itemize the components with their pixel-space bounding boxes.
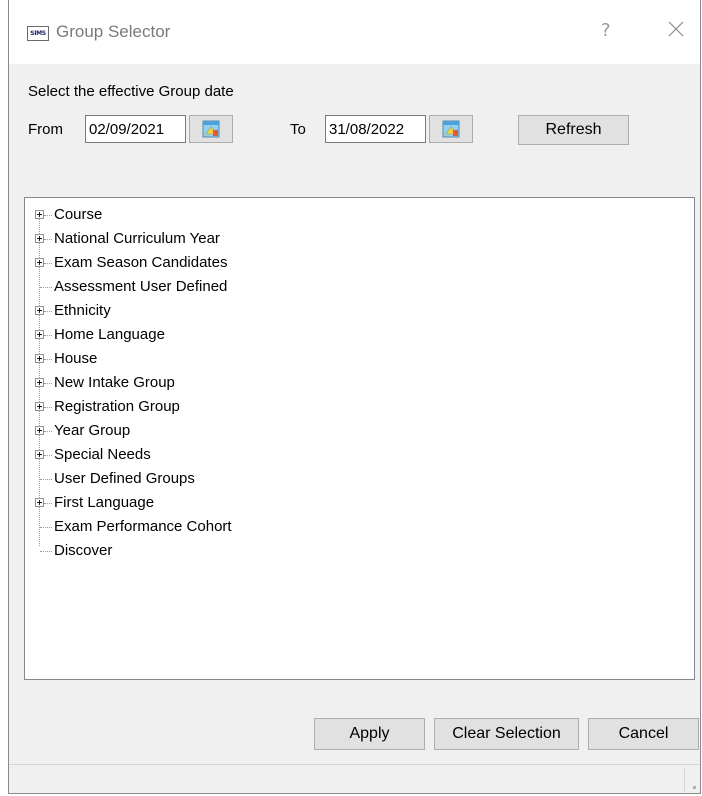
tree-node[interactable]: Special Needs bbox=[25, 443, 232, 467]
tree-branch-line bbox=[44, 503, 52, 504]
title-bar: SIMS Group Selector ? bbox=[9, 0, 700, 64]
tree-node-label: Ethnicity bbox=[54, 302, 111, 319]
group-selector-dialog: SIMS Group Selector ? Select the effecti… bbox=[8, 0, 701, 794]
tree-node[interactable]: Registration Group bbox=[25, 395, 232, 419]
tree-branch-line bbox=[40, 551, 52, 552]
tree-node[interactable]: Ethnicity bbox=[25, 299, 232, 323]
date-prompt-label: Select the effective Group date bbox=[28, 83, 234, 100]
tree-branch-line bbox=[44, 407, 52, 408]
expand-plus-icon[interactable] bbox=[35, 498, 44, 507]
tree-node-label: Home Language bbox=[54, 326, 165, 343]
refresh-button[interactable]: Refresh bbox=[518, 115, 629, 145]
tree-node-label: National Curriculum Year bbox=[54, 230, 220, 247]
expand-plus-icon[interactable] bbox=[35, 354, 44, 363]
tree-branch-line bbox=[40, 479, 52, 480]
tree-branch-line bbox=[44, 431, 52, 432]
tree-branch-line bbox=[44, 263, 52, 264]
resize-grip-icon[interactable] bbox=[693, 786, 696, 789]
tree-branch-line bbox=[44, 311, 52, 312]
tree-node[interactable]: Home Language bbox=[25, 323, 232, 347]
tree-node-label: Exam Performance Cohort bbox=[54, 518, 232, 535]
to-label: To bbox=[290, 121, 306, 138]
tree-node[interactable]: House bbox=[25, 347, 232, 371]
tree-node[interactable]: Discover bbox=[25, 539, 232, 563]
tree-node[interactable]: First Language bbox=[25, 491, 232, 515]
tree-node-label: Year Group bbox=[54, 422, 131, 439]
from-date-input[interactable] bbox=[85, 115, 186, 143]
status-bar-divider bbox=[9, 764, 700, 765]
tree-node-label: Registration Group bbox=[54, 398, 180, 415]
close-icon[interactable] bbox=[665, 18, 687, 40]
calendar-icon bbox=[442, 120, 460, 138]
expand-plus-icon[interactable] bbox=[35, 306, 44, 315]
tree-node[interactable]: Exam Season Candidates bbox=[25, 251, 232, 275]
expand-plus-icon[interactable] bbox=[35, 258, 44, 267]
tree-branch-line bbox=[44, 335, 52, 336]
expand-plus-icon[interactable] bbox=[35, 450, 44, 459]
tree-branch-line bbox=[44, 215, 52, 216]
group-tree[interactable]: Course National Curriculum Year Exam Seaso… bbox=[24, 197, 695, 680]
tree-branch-line bbox=[40, 287, 52, 288]
expand-plus-icon[interactable] bbox=[35, 402, 44, 411]
calendar-icon bbox=[202, 120, 220, 138]
tree-node[interactable]: National Curriculum Year bbox=[25, 227, 232, 251]
tree-node[interactable]: New Intake Group bbox=[25, 371, 232, 395]
tree-node-label: Special Needs bbox=[54, 446, 151, 463]
to-calendar-button[interactable] bbox=[429, 115, 473, 143]
clear-selection-button[interactable]: Clear Selection bbox=[434, 718, 579, 750]
tree-branch-line bbox=[40, 527, 52, 528]
sims-app-icon: SIMS bbox=[27, 26, 49, 41]
help-icon[interactable]: ? bbox=[601, 20, 611, 41]
tree-node-label: First Language bbox=[54, 494, 155, 511]
expand-plus-icon[interactable] bbox=[35, 330, 44, 339]
tree-node[interactable]: Course bbox=[25, 203, 232, 227]
window-title: Group Selector bbox=[56, 22, 171, 41]
tree-node[interactable]: Year Group bbox=[25, 419, 232, 443]
expand-plus-icon[interactable] bbox=[35, 426, 44, 435]
tree-branch-line bbox=[44, 383, 52, 384]
tree-branch-line bbox=[44, 359, 52, 360]
apply-button[interactable]: Apply bbox=[314, 718, 425, 750]
status-bar-separator bbox=[684, 768, 685, 792]
tree-node[interactable]: Assessment User Defined bbox=[25, 275, 232, 299]
tree-branch-line bbox=[44, 455, 52, 456]
tree-node[interactable]: User Defined Groups bbox=[25, 467, 232, 491]
tree-node-label: User Defined Groups bbox=[54, 470, 195, 487]
tree-node-label: New Intake Group bbox=[54, 374, 175, 391]
cancel-button[interactable]: Cancel bbox=[588, 718, 699, 750]
expand-plus-icon[interactable] bbox=[35, 378, 44, 387]
tree-node-label: Course bbox=[54, 206, 103, 223]
tree-node[interactable]: Exam Performance Cohort bbox=[25, 515, 232, 539]
to-date-input[interactable] bbox=[325, 115, 426, 143]
expand-plus-icon[interactable] bbox=[35, 210, 44, 219]
tree-node-label: Discover bbox=[54, 542, 113, 559]
from-calendar-button[interactable] bbox=[189, 115, 233, 143]
tree-node-label: Assessment User Defined bbox=[54, 278, 228, 295]
tree-node-label: Exam Season Candidates bbox=[54, 254, 228, 271]
tree-node-label: House bbox=[54, 350, 98, 367]
tree-list: Course National Curriculum Year Exam Seaso… bbox=[25, 203, 232, 563]
expand-plus-icon[interactable] bbox=[35, 234, 44, 243]
from-label: From bbox=[28, 121, 63, 138]
tree-branch-line bbox=[44, 239, 52, 240]
